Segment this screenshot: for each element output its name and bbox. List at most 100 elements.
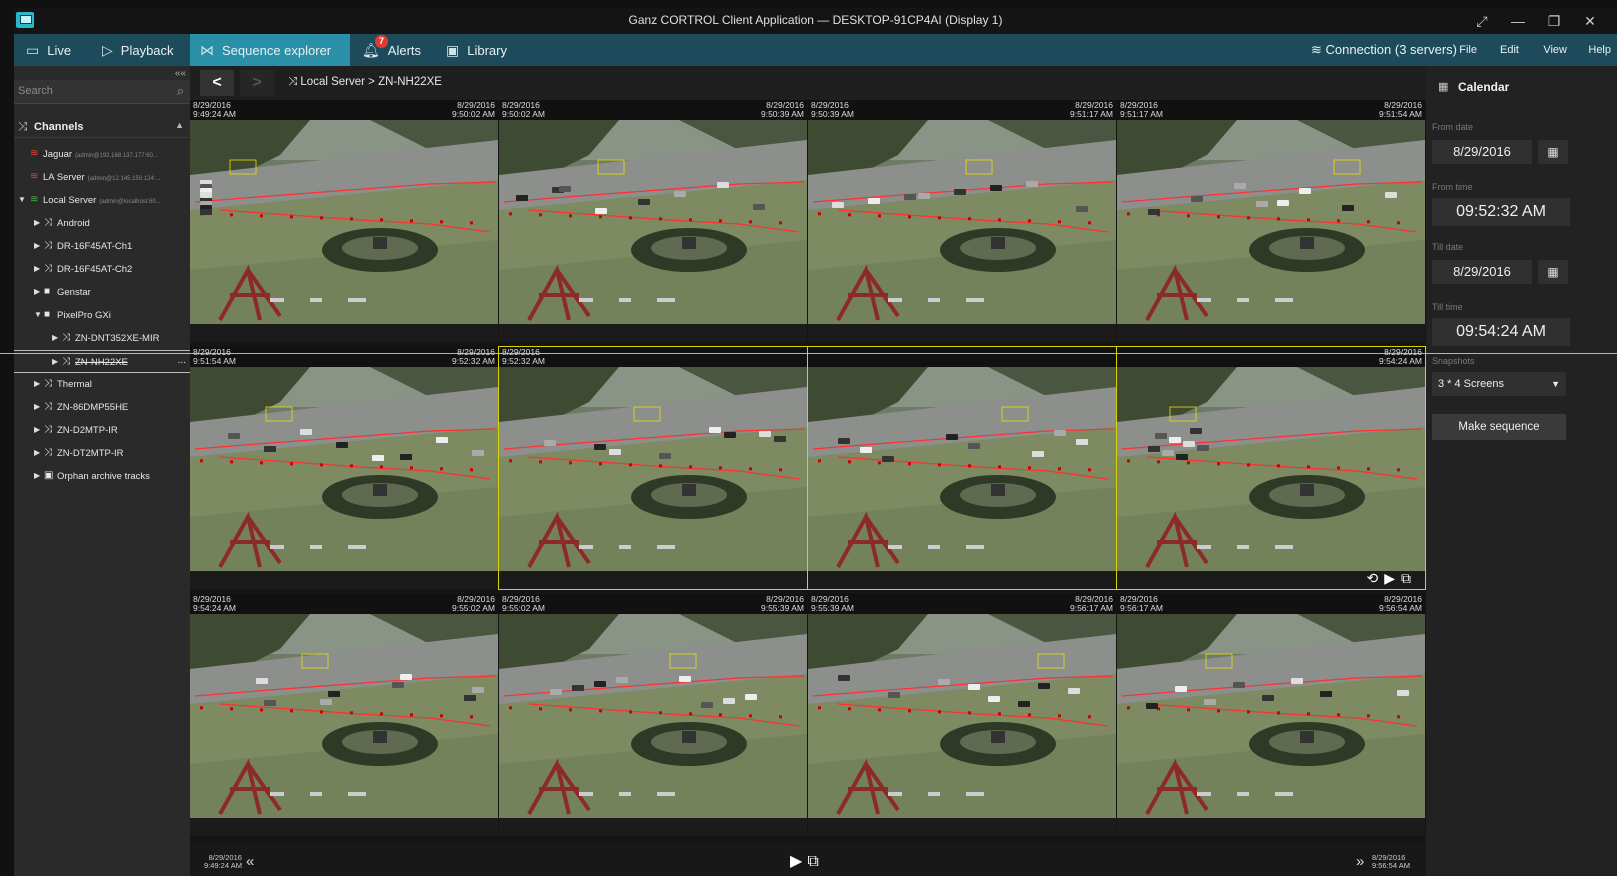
window-title: Ganz CORTROL Client Application — DESKTO… (628, 13, 1003, 27)
collapsed-arrow-icon[interactable]: ▶ (34, 218, 40, 227)
snapshot-cell[interactable]: 8/29/2016 9:52:32 AM (498, 346, 808, 590)
tab-live[interactable]: ▭ Live (26, 34, 88, 66)
menu-help[interactable]: Help (1588, 34, 1611, 66)
snapshot-cell[interactable]: 8/29/2016 9:50:02 AM 8/29/2016 9:50:39 AM (499, 100, 807, 342)
tree-item[interactable]: ▶ ⤨ DR-16F45AT-Ch1 (14, 235, 190, 258)
till-date-picker-button[interactable]: ▦ (1538, 260, 1568, 284)
tree-item[interactable]: ▶ ⤨ ZN-DNT352XE-MIR (14, 327, 190, 350)
snapshots-select[interactable]: 3 * 4 Screens ▼ (1432, 372, 1566, 396)
timeline-prev-button[interactable]: « (246, 853, 254, 870)
snapshot-cell[interactable]: 8/29/2016 9:54:24 AM ⟲▶⧉ (1116, 346, 1426, 590)
play-button[interactable]: ▶ (790, 853, 807, 870)
snapshot-cell[interactable] (807, 346, 1117, 590)
start-time: 9:56:17 AM (1120, 603, 1164, 613)
collapsed-arrow-icon[interactable]: ▶ (34, 241, 40, 250)
tree-item-label: ZN-86DMP55HE (57, 402, 128, 413)
tree-item[interactable]: ▶ ▣ Orphan archive tracks (14, 465, 190, 488)
from-date-label: From date (1432, 122, 1474, 132)
tree-item[interactable]: ▶ ⤨ DR-16F45AT-Ch2 (14, 258, 190, 281)
collapsed-arrow-icon[interactable]: ▶ (52, 357, 58, 366)
snapshot-end-timestamp: 8/29/2016 9:55:39 AM (761, 595, 804, 613)
more-options-button[interactable]: ... (178, 355, 186, 366)
channel-icon: ⤨ (44, 263, 52, 274)
tree-item-connection: (admin@12.145.150.124:... (87, 176, 161, 182)
forward-button[interactable]: > (240, 70, 274, 96)
timeline-next-button[interactable]: » (1356, 853, 1364, 870)
snapshot-cell[interactable]: 8/29/2016 9:51:17 AM 8/29/2016 9:51:54 AM (1117, 100, 1425, 342)
collapsed-arrow-icon[interactable]: ▶ (34, 448, 40, 457)
snapshot-cell[interactable]: 8/29/2016 9:54:24 AM 8/29/2016 9:55:02 AM (190, 594, 498, 836)
menu-view[interactable]: View (1543, 34, 1567, 66)
title-bar: Ganz CORTROL Client Application — DESKTO… (14, 8, 1617, 34)
snapshot-timestamp-bar: 8/29/2016 9:50:02 AM 8/29/2016 9:50:39 AM (499, 100, 807, 120)
from-date-picker-button[interactable]: ▦ (1538, 140, 1568, 164)
snapshot-cell[interactable]: 8/29/2016 9:55:39 AM 8/29/2016 9:56:17 AM (808, 594, 1116, 836)
collapsed-arrow-icon[interactable]: ▶ (34, 425, 40, 434)
channels-header[interactable]: ⤨ Channels ▲ (14, 114, 190, 138)
tree-item[interactable]: ▶ ⤨ Thermal (14, 373, 190, 396)
fullscreen-button[interactable]: ⤢ (1467, 10, 1497, 32)
collapse-sidebar-button[interactable]: «« (175, 68, 186, 79)
channel-sidebar: «« Search ⌕ ⤨ Channels ▲ ≋ Jaguar (admin@1… (14, 66, 190, 876)
back-button[interactable]: < (200, 70, 234, 96)
snapshot-cell[interactable]: 8/29/2016 9:55:02 AM 8/29/2016 9:55:39 AM (499, 594, 807, 836)
search-input[interactable]: Search ⌕ (14, 80, 190, 104)
connection-status[interactable]: ≋ Connection (3 servers) (1311, 34, 1457, 66)
monitor-icon: ▭ (26, 41, 40, 58)
minimize-button[interactable]: — (1503, 10, 1533, 32)
tree-item[interactable]: ▼ ■ PixelPro GXi (14, 304, 190, 327)
replay-button[interactable]: ⟲ (1366, 570, 1384, 586)
tree-item-text: ZN-86DMP55HE (57, 402, 129, 413)
tab-playback[interactable]: ▷ Playback (102, 34, 186, 66)
expanded-arrow-icon[interactable]: ▼ (34, 310, 42, 319)
from-date-field[interactable]: 8/29/2016 (1432, 140, 1532, 164)
from-time-field[interactable]: 09:52:32 AM (1432, 198, 1570, 226)
collapsed-arrow-icon[interactable]: ▶ (34, 402, 40, 411)
play-button[interactable]: ▶ (1384, 570, 1401, 586)
snapshot-cell[interactable]: 8/29/2016 9:56:17 AM 8/29/2016 9:56:54 AM (1117, 594, 1425, 836)
tree-item-text: ZN-DNT352XE-MIR (75, 333, 160, 344)
channel-tree: ≋ Jaguar (admin@192.168.137.177:60... ≋ LA S… (14, 143, 190, 488)
snapshot-end-timestamp: 8/29/2016 9:51:17 AM (1070, 101, 1113, 119)
tab-alerts-label: Alerts (387, 42, 422, 58)
collapsed-arrow-icon[interactable]: ▶ (34, 471, 40, 480)
tree-item[interactable]: ▶ ⤨ ZN-86DMP55HE (14, 396, 190, 419)
snapshot-cell[interactable]: 8/29/2016 9:51:54 AM 8/29/2016 9:52:32 AM (190, 347, 498, 589)
tree-item[interactable]: ≋ LA Server (admin@12.145.150.124:... (14, 166, 190, 189)
menu-file[interactable]: File (1459, 34, 1477, 66)
collapsed-arrow-icon[interactable]: ▶ (34, 287, 40, 296)
tree-item[interactable]: ≋ Jaguar (admin@192.168.137.177:60... (14, 143, 190, 166)
start-time: 9:55:02 AM (502, 603, 546, 613)
end-time: 9:56:17 AM (1069, 603, 1113, 613)
collapsed-arrow-icon[interactable]: ▶ (52, 333, 58, 342)
tab-sequence-explorer[interactable]: ⋈ Sequence explorer (190, 34, 350, 66)
end-time: 9:52:32 AM (451, 356, 495, 366)
tree-item[interactable]: ▶ ■ Genstar (14, 281, 190, 304)
tree-item[interactable]: ▶ ⤨ ZN-DT2MTP-IR (14, 442, 190, 465)
till-date-field[interactable]: 8/29/2016 (1432, 260, 1532, 284)
tree-item-label: ZN-NH22XE (75, 357, 128, 368)
menu-edit[interactable]: Edit (1500, 34, 1519, 66)
snapshot-cell[interactable]: 8/29/2016 9:49:24 AM 8/29/2016 9:50:02 AM (190, 100, 498, 342)
frame-button[interactable]: ⧉ (807, 853, 823, 870)
tab-library[interactable]: ▣ Library (446, 34, 522, 66)
tree-item[interactable]: ▶ ⤨ Android (14, 212, 190, 235)
till-time-field[interactable]: 09:54:24 AM (1432, 318, 1570, 346)
frame-button[interactable]: ⧉ (1401, 570, 1417, 586)
start-time: 9:55:39 AM (811, 603, 855, 613)
snapshot-footer (1117, 324, 1425, 342)
expanded-arrow-icon[interactable]: ▼ (18, 195, 26, 204)
snapshot-cell[interactable]: 8/29/2016 9:50:39 AM 8/29/2016 9:51:17 AM (808, 100, 1116, 342)
tab-alerts[interactable]: 🔔︎ 7 Alerts (362, 34, 432, 66)
tree-item[interactable]: ▼ ≋ Local Server (admin@localhost:60... (14, 189, 190, 212)
channel-icon: ⤨ (44, 217, 52, 228)
tree-item[interactable]: ▶ ⤨ ZN-D2MTP-IR (14, 419, 190, 442)
snapshot-footer (808, 818, 1116, 836)
make-sequence-button[interactable]: Make sequence (1432, 414, 1566, 440)
restore-button[interactable]: ❐ (1539, 10, 1569, 32)
snapshot-start-timestamp: 8/29/2016 9:54:24 AM (193, 595, 236, 613)
collapsed-arrow-icon[interactable]: ▶ (34, 264, 40, 273)
close-button[interactable]: ✕ (1575, 10, 1605, 32)
end-time: 9:51:17 AM (1069, 109, 1113, 119)
collapsed-arrow-icon[interactable]: ▶ (34, 379, 40, 388)
